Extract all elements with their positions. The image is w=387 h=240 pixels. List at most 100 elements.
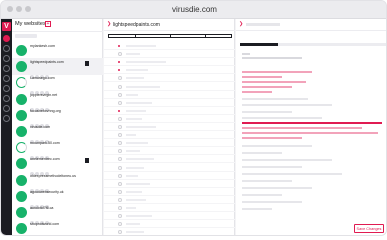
file-row[interactable] — [104, 180, 235, 188]
tab-changes[interactable] — [170, 34, 206, 38]
website-row[interactable]: lightspeedpaints.com — [12, 58, 103, 80]
file-row[interactable] — [104, 164, 235, 172]
file-row[interactable] — [104, 91, 235, 99]
file-checkbox[interactable] — [118, 116, 122, 121]
file-row[interactable] — [104, 99, 235, 107]
threat-dot-icon — [118, 109, 120, 112]
file-row[interactable] — [104, 131, 235, 140]
save-changes-button[interactable]: Save Changes — [354, 224, 384, 233]
file-row[interactable] — [104, 228, 235, 235]
file-checkbox[interactable] — [118, 92, 122, 97]
site-status-icons — [30, 163, 50, 177]
file-row[interactable] — [104, 42, 235, 50]
website-row[interactable]: autolotid7f6.ca — [12, 204, 103, 225]
file-row[interactable] — [104, 204, 235, 212]
files-panel: ❯ lightspeedpaints.com — [104, 19, 235, 235]
file-checkbox[interactable] — [118, 222, 122, 227]
close-chevron-icon[interactable]: ❯ — [239, 21, 243, 27]
editor-tab-active[interactable] — [240, 43, 278, 46]
nav-item-icon[interactable] — [3, 65, 10, 72]
tab-files[interactable] — [108, 34, 136, 38]
website-row[interactable]: mountpark.50.com — [12, 139, 103, 161]
site-status-icons — [30, 99, 50, 112]
code-line — [242, 159, 332, 161]
site-name: virusdie.com — [30, 125, 51, 129]
site-name: i-amusego.com — [30, 76, 55, 81]
websites-search-input[interactable] — [15, 34, 37, 38]
file-checkbox[interactable] — [118, 230, 122, 235]
file-checkbox[interactable] — [118, 206, 122, 210]
file-row[interactable] — [104, 212, 235, 221]
bookmark-icon[interactable] — [85, 61, 89, 67]
bookmark-icon[interactable] — [85, 158, 89, 164]
website-row[interactable]: oldexpressmethodeltoneu.us — [12, 172, 103, 193]
nav-item-icon[interactable] — [3, 115, 10, 122]
file-row[interactable] — [104, 220, 235, 229]
nav-dashboard-icon[interactable] — [3, 35, 10, 42]
file-row[interactable] — [104, 66, 235, 75]
file-row[interactable] — [104, 172, 235, 180]
file-checkbox[interactable] — [118, 84, 122, 89]
file-checkbox[interactable] — [118, 76, 122, 81]
site-status-icons — [30, 196, 50, 209]
website-row[interactable]: virusdie.com — [12, 123, 103, 144]
site-status-avatar — [16, 93, 27, 105]
file-checkbox[interactable] — [118, 157, 122, 162]
file-checkbox[interactable] — [118, 133, 122, 138]
nav-item-icon[interactable] — [3, 45, 10, 52]
nav-item-icon[interactable] — [3, 75, 10, 82]
file-row[interactable] — [104, 74, 235, 83]
file-row[interactable] — [104, 196, 235, 204]
websites-panel: My websites + mylankesh.com lightspeedpai… — [12, 19, 103, 235]
code-line — [242, 98, 308, 100]
window-title: virusdie.com — [172, 5, 217, 14]
website-row[interactable]: focusbeforvhng.org — [12, 107, 103, 128]
nav-item-icon[interactable] — [3, 55, 10, 62]
file-row[interactable] — [104, 147, 235, 156]
file-row[interactable] — [104, 139, 235, 148]
file-row[interactable] — [104, 188, 235, 196]
websites-header: My websites + — [12, 19, 103, 32]
file-row[interactable] — [104, 155, 235, 164]
nav-item-icon[interactable] — [3, 85, 10, 92]
file-row[interactable] — [104, 123, 235, 131]
website-row[interactable]: onelementrec.com — [12, 155, 103, 177]
file-row[interactable] — [104, 50, 235, 59]
virusdie-logo-icon[interactable]: V — [2, 22, 11, 31]
nav-item-icon[interactable] — [3, 105, 10, 112]
tab-settings[interactable] — [205, 34, 232, 38]
website-row[interactable]: agoodwebsecurity.uk — [12, 188, 103, 209]
nav-item-icon[interactable] — [3, 95, 10, 102]
website-row[interactable]: i-amusego.com — [12, 74, 103, 96]
site-name: agoodwebsecurity.uk — [30, 189, 64, 194]
add-website-button[interactable]: + — [45, 21, 51, 27]
tab-threats[interactable] — [135, 34, 171, 38]
file-row[interactable] — [104, 115, 235, 123]
file-checkbox[interactable] — [118, 173, 122, 178]
file-checkbox[interactable] — [118, 189, 122, 194]
website-row[interactable]: juppiersvirgin.net — [12, 91, 103, 112]
file-checkbox[interactable] — [118, 100, 122, 105]
file-checkbox[interactable] — [118, 181, 122, 186]
file-checkbox[interactable] — [118, 214, 122, 219]
file-checkbox[interactable] — [118, 52, 122, 57]
site-status-avatar — [16, 77, 27, 89]
file-checkbox[interactable] — [118, 125, 122, 129]
file-row[interactable] — [104, 58, 235, 67]
file-row[interactable] — [104, 107, 235, 115]
file-name-placeholder — [126, 182, 150, 185]
back-chevron-icon[interactable]: ❯ — [107, 21, 111, 27]
code-line — [242, 86, 292, 88]
file-checkbox[interactable] — [118, 197, 122, 202]
file-name-placeholder — [126, 126, 156, 128]
file-name-placeholder — [126, 85, 160, 88]
file-editor-panel: ❯ Save Changes — [236, 19, 386, 235]
website-row[interactable]: mylankesh.com — [12, 42, 103, 63]
file-row[interactable] — [104, 83, 235, 91]
file-checkbox[interactable] — [118, 141, 122, 146]
website-row[interactable]: shopnotworld.com — [12, 220, 103, 235]
code-line — [242, 166, 302, 168]
file-name-placeholder — [126, 142, 148, 145]
file-checkbox[interactable] — [118, 165, 122, 170]
file-checkbox[interactable] — [118, 149, 122, 154]
